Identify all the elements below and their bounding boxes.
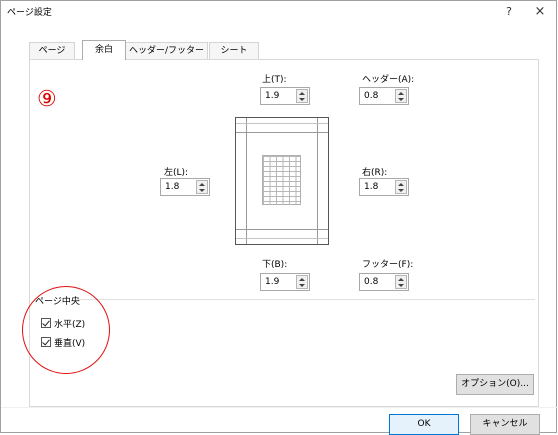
left-margin-guide xyxy=(246,118,247,244)
header-margin-spin-buttons[interactable] xyxy=(395,89,407,103)
right-margin-spin-buttons[interactable] xyxy=(395,180,407,194)
top-margin-spinner[interactable] xyxy=(260,87,310,105)
left-margin-input[interactable] xyxy=(161,179,193,195)
spin-down-icon[interactable] xyxy=(398,189,404,192)
tab-margins[interactable]: 余白 xyxy=(82,40,126,60)
spin-down-icon[interactable] xyxy=(299,98,305,101)
top-margin-spin-buttons[interactable] xyxy=(296,89,308,103)
right-margin-spinner[interactable] xyxy=(359,178,409,196)
bottom-margin-input[interactable] xyxy=(261,274,293,290)
spin-down-icon[interactable] xyxy=(398,98,404,101)
spin-down-icon[interactable] xyxy=(199,189,205,192)
bottom-margin-label: 下(B): xyxy=(262,260,288,270)
footer-margin-label: フッター(F): xyxy=(362,260,414,270)
tab-header-footer[interactable]: ヘッダー/フッター xyxy=(125,42,208,59)
left-margin-label: 左(L): xyxy=(164,168,189,178)
top-margin-guide xyxy=(236,132,328,133)
ok-button[interactable]: OK xyxy=(389,414,459,435)
highlight-circle xyxy=(22,286,110,374)
right-margin-label: 右(R): xyxy=(362,168,388,178)
page-setup-dialog: ページ設定 ? × ページ 余白 ヘッダー/フッター シート ⑨ 上(T): ヘ… xyxy=(0,0,558,435)
tab-page[interactable]: ページ xyxy=(29,42,75,59)
cancel-button[interactable]: キャンセル xyxy=(470,414,540,435)
left-margin-spinner[interactable] xyxy=(160,178,210,196)
top-margin-input[interactable] xyxy=(261,88,293,104)
spin-down-icon[interactable] xyxy=(299,284,305,287)
spin-up-icon[interactable] xyxy=(398,183,404,186)
close-button[interactable]: × xyxy=(528,3,552,21)
spin-up-icon[interactable] xyxy=(398,92,404,95)
center-group-divider xyxy=(77,299,535,300)
header-margin-spinner[interactable] xyxy=(359,87,409,105)
bottom-margin-guide xyxy=(236,229,328,230)
footer-guide xyxy=(236,238,328,239)
help-button[interactable]: ? xyxy=(497,3,521,21)
spin-up-icon[interactable] xyxy=(199,183,205,186)
top-margin-label: 上(T): xyxy=(262,75,287,85)
right-margin-guide xyxy=(317,118,318,244)
page-preview xyxy=(235,117,329,245)
bottom-margin-spin-buttons[interactable] xyxy=(296,275,308,289)
footer-divider xyxy=(1,407,558,408)
header-margin-input[interactable] xyxy=(360,88,392,104)
header-margin-label: ヘッダー(A): xyxy=(362,75,415,85)
left-margin-spin-buttons[interactable] xyxy=(196,180,208,194)
footer-margin-input[interactable] xyxy=(360,274,392,290)
options-button[interactable]: オプション(O)... xyxy=(456,374,534,395)
spin-down-icon[interactable] xyxy=(398,284,404,287)
footer-margin-spinner[interactable] xyxy=(359,273,409,291)
spin-up-icon[interactable] xyxy=(299,278,305,281)
header-guide xyxy=(236,123,328,124)
right-margin-input[interactable] xyxy=(360,179,392,195)
spin-up-icon[interactable] xyxy=(299,92,305,95)
dialog-title: ページ設定 xyxy=(7,8,52,18)
preview-cell-grid xyxy=(262,155,301,205)
tab-sheet[interactable]: シート xyxy=(209,42,259,59)
spin-up-icon[interactable] xyxy=(398,278,404,281)
footer-margin-spin-buttons[interactable] xyxy=(395,275,407,289)
step-marker: ⑨ xyxy=(37,87,57,112)
bottom-margin-spinner[interactable] xyxy=(260,273,310,291)
